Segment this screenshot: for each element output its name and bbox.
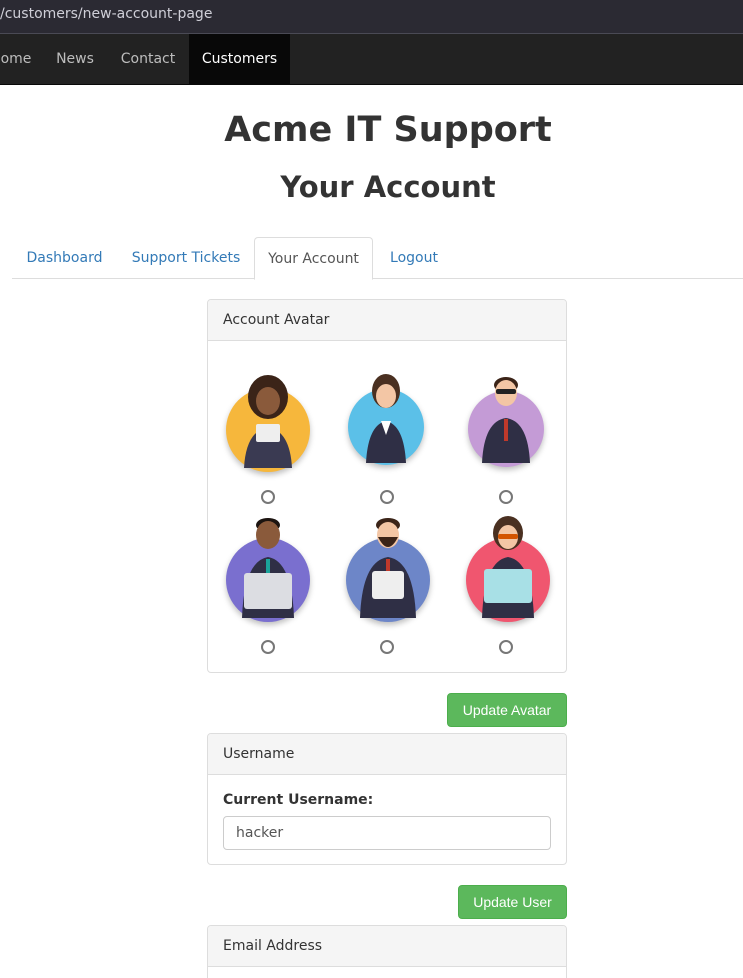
username-panel: Username Current Username: hacker <box>207 733 567 865</box>
avatar-grid <box>208 341 566 672</box>
username-input[interactable]: hacker <box>223 816 551 850</box>
avatar-option-2[interactable] <box>346 363 432 468</box>
avatar-radio-1[interactable] <box>261 490 275 504</box>
nav-contact[interactable]: Contact <box>107 34 189 85</box>
person-icon <box>244 375 292 468</box>
browser-url-bar[interactable]: /customers/new-account-page <box>0 0 743 34</box>
tab-support-tickets[interactable]: Support Tickets <box>118 237 254 279</box>
page-subtitle: Your Account <box>280 170 496 204</box>
tab-dashboard[interactable]: Dashboard <box>12 237 117 279</box>
avatar-radio-3[interactable] <box>499 490 513 504</box>
email-panel: Email Address <box>207 925 567 978</box>
person-icon <box>360 518 416 618</box>
account-tabs: Dashboard Support Tickets Your Account L… <box>12 237 743 280</box>
avatar-radio-6[interactable] <box>499 640 513 654</box>
avatar-option-5[interactable] <box>346 513 432 622</box>
current-username-label: Current Username: <box>223 792 374 808</box>
avatar-panel: Account Avatar <box>207 299 567 673</box>
avatar-option-3[interactable] <box>468 363 554 468</box>
person-icon <box>482 377 530 463</box>
top-navbar: ome News Contact Customers <box>0 34 743 85</box>
avatar-panel-heading: Account Avatar <box>208 300 566 341</box>
avatar-option-4[interactable] <box>226 513 312 622</box>
avatar-radio-5[interactable] <box>380 640 394 654</box>
avatar-option-1[interactable] <box>226 363 312 472</box>
username-panel-body: Current Username: hacker <box>208 775 566 864</box>
tab-logout[interactable]: Logout <box>375 237 453 279</box>
url-text: /customers/new-account-page <box>0 6 213 22</box>
email-panel-heading: Email Address <box>208 926 566 967</box>
avatar-radio-2[interactable] <box>380 490 394 504</box>
nav-news[interactable]: News <box>43 34 107 85</box>
avatar-option-6[interactable] <box>466 513 552 622</box>
person-icon <box>366 374 406 463</box>
page-title: Acme IT Support <box>224 110 552 150</box>
tab-your-account[interactable]: Your Account <box>254 237 373 280</box>
update-user-button[interactable]: Update User <box>458 885 567 919</box>
nav-home[interactable]: ome <box>0 34 36 85</box>
update-avatar-button[interactable]: Update Avatar <box>447 693 567 727</box>
person-icon <box>482 516 534 618</box>
person-icon <box>242 518 294 618</box>
nav-customers[interactable]: Customers <box>189 34 290 85</box>
username-panel-heading: Username <box>208 734 566 775</box>
avatar-radio-4[interactable] <box>261 640 275 654</box>
